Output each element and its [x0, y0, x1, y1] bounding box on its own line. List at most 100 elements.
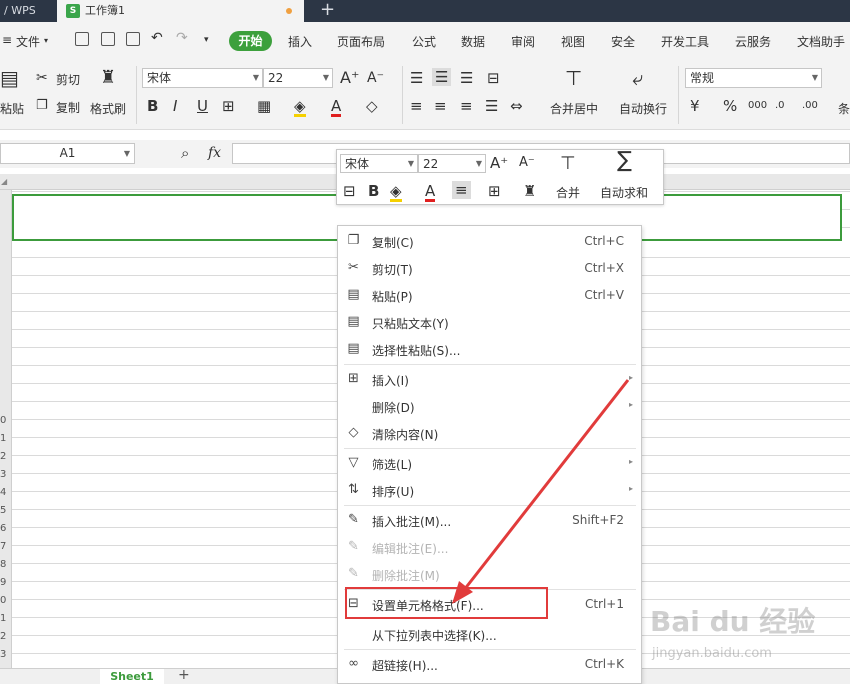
percent-icon[interactable]: % [723, 98, 737, 114]
align-right-icon[interactable]: ≡ [460, 98, 473, 114]
decrease-font-icon[interactable]: A⁻ [519, 155, 535, 171]
name-box[interactable]: A1 ▼ [0, 143, 135, 164]
align-center-icon[interactable]: ≡ [452, 181, 471, 199]
tab-doc-assistant[interactable]: 文档助手 [797, 33, 845, 50]
wrap-text-icon[interactable]: ⤶ [632, 68, 643, 88]
underline-icon[interactable]: U [197, 98, 208, 114]
sheet-tab-sheet1[interactable]: Sheet1 [100, 669, 164, 684]
number-format-select[interactable]: 常规 ▼ [685, 68, 822, 88]
align-top-icon[interactable]: ☰ [410, 70, 423, 86]
merge-icon[interactable]: ⊤ [560, 155, 576, 173]
align-left-icon[interactable]: ≡ [410, 98, 423, 114]
wps-home-tab[interactable]: / WPS [0, 0, 55, 22]
increase-font-icon[interactable]: A⁺ [340, 70, 359, 86]
save-icon[interactable] [75, 32, 89, 46]
italic-icon[interactable]: I [173, 98, 177, 114]
border-icon[interactable]: ⊞ [488, 183, 501, 199]
row-number: 3 [0, 469, 7, 480]
menu-clear-contents[interactable]: ◇ 清除内容(N) [338, 420, 641, 446]
add-sheet-button[interactable]: + [178, 667, 190, 683]
eraser-icon[interactable]: ◇ [366, 98, 378, 114]
file-menu[interactable]: 文件 [16, 33, 40, 50]
align-center-icon[interactable]: ≡ [434, 98, 447, 114]
fx-icon[interactable]: fx [208, 145, 221, 161]
redo-icon[interactable]: ↷ [176, 30, 188, 46]
quick-access-dropdown-icon[interactable]: ▾ [204, 35, 209, 45]
tab-page-layout[interactable]: 页面布局 [337, 33, 385, 50]
currency-icon[interactable]: ¥ [690, 98, 700, 114]
tab-security[interactable]: 安全 [611, 33, 635, 50]
print-icon[interactable] [101, 32, 115, 46]
tab-review[interactable]: 审阅 [511, 33, 535, 50]
fill-color-icon[interactable]: ◈ [294, 98, 306, 117]
decrease-font-icon[interactable]: A⁻ [367, 70, 384, 86]
autosum-icon[interactable]: ∑ [617, 150, 632, 172]
file-dropdown-icon[interactable]: ▾ [44, 36, 48, 45]
conditional-format-button[interactable]: 条 [838, 100, 850, 117]
font-size-select[interactable]: 22 ▼ [263, 68, 333, 88]
menu-hyperlink[interactable]: ∞ 超链接(H)... Ctrl+K [338, 651, 641, 677]
tab-developer[interactable]: 开发工具 [661, 33, 709, 50]
merge-center-button[interactable]: 合并居中 [550, 100, 598, 117]
decrease-decimal-icon[interactable]: .00 [802, 98, 818, 114]
new-tab-button[interactable]: + [320, 0, 335, 20]
mini-merge-button[interactable]: 合并 [556, 184, 580, 201]
cell-style-icon[interactable]: ▦ [257, 98, 271, 114]
select-all-icon[interactable]: ◢ [1, 177, 7, 186]
bold-icon[interactable]: B [147, 98, 158, 114]
format-painter-icon[interactable]: ♜ [523, 183, 536, 199]
paste-icon[interactable]: ▤ [0, 68, 19, 88]
mini-font-name-select[interactable]: 宋体 ▼ [340, 154, 418, 173]
justify-icon[interactable]: ☰ [485, 98, 498, 114]
menu-sort[interactable]: ⇅ 排序(U) ▸ [338, 477, 641, 503]
menu-delete[interactable]: 删除(D) ▸ [338, 393, 641, 419]
bold-icon[interactable]: B [368, 183, 379, 199]
menu-pick-from-list[interactable]: 从下拉列表中选择(K)... [338, 621, 641, 647]
menu-paste-special[interactable]: ▤ 选择性粘贴(S)... [338, 336, 641, 362]
font-name-select[interactable]: 宋体 ▼ [142, 68, 263, 88]
zoom-icon[interactable]: ⌕ [181, 144, 189, 162]
tab-insert[interactable]: 插入 [288, 33, 312, 50]
menu-icon[interactable]: ≡ [2, 33, 12, 47]
thousands-icon[interactable]: 000 [748, 98, 767, 114]
menu-copy[interactable]: ❐ 复制(C) Ctrl+C [338, 228, 641, 254]
wrap-text-button[interactable]: 自动换行 [619, 100, 667, 117]
text-align-icon[interactable]: ⊟ [343, 183, 356, 199]
format-painter-icon[interactable]: ♜ [100, 69, 116, 87]
undo-icon[interactable]: ↶ [151, 30, 163, 46]
merge-center-icon[interactable]: ⊤ [565, 68, 582, 88]
paste-button[interactable]: 粘贴 [0, 100, 24, 117]
font-color-icon[interactable]: A [425, 183, 436, 202]
scissors-icon[interactable]: ✂ [36, 70, 48, 86]
menu-paste[interactable]: ▤ 粘贴(P) Ctrl+V [338, 282, 641, 308]
menu-paste-text-only[interactable]: ▤ 只粘贴文本(Y) [338, 309, 641, 335]
menu-cut[interactable]: ✂ 剪切(T) Ctrl+X [338, 255, 641, 281]
tab-cloud[interactable]: 云服务 [735, 33, 771, 50]
font-color-icon[interactable]: A [331, 98, 342, 117]
fill-color-icon[interactable]: ◈ [390, 183, 402, 202]
format-painter-button[interactable]: 格式刷 [90, 100, 126, 117]
menu-insert-comment[interactable]: ✎ 插入批注(M)... Shift+F2 [338, 507, 641, 533]
document-tab[interactable]: S 工作簿1 [57, 0, 304, 22]
copy-button[interactable]: 复制 [56, 99, 80, 116]
align-bottom-icon[interactable]: ☰ [460, 70, 473, 86]
increase-decimal-icon[interactable]: .0 [775, 98, 785, 114]
distributed-icon[interactable]: ⇔ [510, 98, 523, 114]
tab-formulas[interactable]: 公式 [412, 33, 436, 50]
menu-filter[interactable]: ▽ 筛选(L) ▸ [338, 450, 641, 476]
row-number: 8 [0, 559, 7, 570]
chevron-down-icon[interactable]: ▼ [124, 144, 130, 163]
align-middle-icon[interactable]: ☰ [432, 68, 452, 86]
text-direction-icon[interactable]: ⊟ [487, 70, 500, 86]
increase-font-icon[interactable]: A⁺ [490, 155, 508, 171]
border-icon[interactable]: ⊞ [222, 98, 235, 114]
mini-autosum-button[interactable]: 自动求和 [600, 184, 648, 201]
menu-insert[interactable]: ⊞ 插入(I) ▸ [338, 366, 641, 392]
print-preview-icon[interactable] [126, 32, 140, 46]
cut-button[interactable]: 剪切 [56, 71, 80, 88]
copy-icon[interactable]: ❐ [36, 98, 48, 114]
tab-view[interactable]: 视图 [561, 33, 585, 50]
tab-data[interactable]: 数据 [461, 33, 485, 50]
tab-start[interactable]: 开始 [229, 31, 272, 51]
mini-font-size-select[interactable]: 22 ▼ [418, 154, 486, 173]
